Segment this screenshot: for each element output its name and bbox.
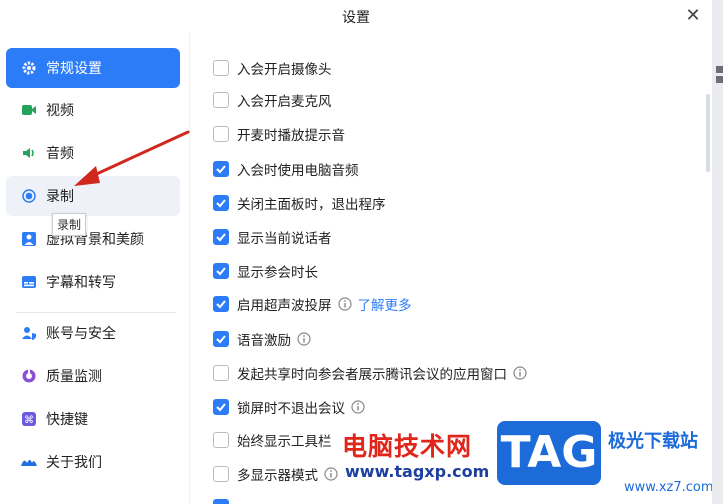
sidebar-item-label: 常规设置 <box>46 61 102 77</box>
sidebar-item-about[interactable]: 关于我们 <box>6 442 180 482</box>
checkbox-checked[interactable] <box>213 296 229 312</box>
sidebar-item-virtual-background[interactable]: 虚拟背景和美颜 <box>6 219 180 259</box>
option-show-app-window-on-share: 发起共享时向参会者展示腾讯会议的应用窗口 <box>213 362 527 384</box>
watermark-url: www.tagxp.com <box>345 462 490 481</box>
option-label: 启用超声波投屏 <box>237 298 332 314</box>
title-bar: 设置 ✕ <box>0 0 712 32</box>
sidebar-item-label: 关于我们 <box>46 455 102 471</box>
recording-tooltip: 录制 <box>52 213 87 236</box>
sidebar-item-video[interactable]: 视频 <box>6 90 180 130</box>
option-label: 关闭主面板时，退出程序 <box>237 197 386 213</box>
checkbox[interactable] <box>213 60 229 76</box>
svg-text:⌘: ⌘ <box>24 415 34 426</box>
checkbox[interactable] <box>213 126 229 142</box>
checkbox-checked[interactable] <box>213 331 229 347</box>
speaker-icon <box>20 144 38 162</box>
gear-icon <box>20 59 38 77</box>
portrait-icon <box>20 230 38 248</box>
option-label: 入会时使用电脑音频 <box>237 163 359 179</box>
option-label: 显示参会时长 <box>237 265 318 281</box>
sidebar: 常规设置 视频 音频 录制 虚拟背景和美颜 字幕和转写 账号与安全 质量监测 ⌘… <box>0 32 190 504</box>
sidebar-item-label: 字幕和转写 <box>46 275 116 291</box>
checkbox-checked[interactable] <box>213 263 229 279</box>
option-show-duration: 显示参会时长 <box>213 260 318 282</box>
sidebar-item-subtitles[interactable]: 字幕和转写 <box>6 262 180 302</box>
sidebar-item-label: 视频 <box>46 103 74 119</box>
sidebar-item-label: 快捷键 <box>46 412 88 428</box>
option-label: 锁屏时不退出会议 <box>237 401 345 417</box>
annotation-arrow-icon <box>74 130 190 186</box>
watermark-text: 电脑技术网 <box>342 432 473 461</box>
checkbox-checked[interactable] <box>213 399 229 415</box>
checkbox[interactable] <box>213 432 229 448</box>
checkbox-checked[interactable] <box>213 161 229 177</box>
option-computer-audio: 入会时使用电脑音频 <box>213 158 359 180</box>
checkbox-checked[interactable] <box>213 195 229 211</box>
watermark-site-url: www.xz7.com <box>624 480 712 495</box>
edge-mark <box>716 66 723 73</box>
info-icon[interactable] <box>351 400 365 414</box>
option-label: 语音激励 <box>237 333 291 349</box>
watermark-tag-logo: TAG <box>497 421 601 485</box>
sidebar-item-account-security[interactable]: 账号与安全 <box>6 313 180 353</box>
option-label: 发起共享时向参会者展示腾讯会议的应用窗口 <box>237 367 507 383</box>
sidebar-item-label: 质量监测 <box>46 369 102 385</box>
option-label: 入会开启麦克风 <box>237 94 332 110</box>
sidebar-item-general[interactable]: 常规设置 <box>6 48 180 88</box>
option-label: 多显示器模式 <box>237 468 318 484</box>
keyboard-shortcut-icon: ⌘ <box>20 410 38 428</box>
option-partial-checkbox <box>213 496 237 504</box>
watermark-site-name: 极光下载站 <box>608 431 698 452</box>
quality-monitor-icon <box>20 367 38 385</box>
option-exit-on-close: 关闭主面板时，退出程序 <box>213 192 386 214</box>
settings-window: 设置 ✕ 常规设置 视频 音频 录制 虚拟背景和美颜 字幕和转写 账号与安全 质… <box>0 0 712 504</box>
close-icon[interactable]: ✕ <box>682 5 704 27</box>
option-multi-monitor: 多显示器模式 <box>213 463 338 485</box>
option-label: 始终显示工具栏 <box>237 434 332 450</box>
info-icon[interactable] <box>324 467 338 481</box>
option-label: 开麦时播放提示音 <box>237 128 345 144</box>
sidebar-item-quality-monitor[interactable]: 质量监测 <box>6 356 180 396</box>
option-ultrasonic-cast: 启用超声波投屏 了解更多 <box>213 293 412 315</box>
option-stay-on-lock: 锁屏时不退出会议 <box>213 396 365 418</box>
option-unmute-sound: 开麦时播放提示音 <box>213 123 345 145</box>
option-show-speaker: 显示当前说话者 <box>213 226 332 248</box>
background-window-edge <box>712 0 723 504</box>
learn-more-link[interactable]: 了解更多 <box>358 294 412 314</box>
scrollbar[interactable] <box>706 94 710 172</box>
checkbox-checked[interactable] <box>213 499 229 504</box>
about-icon <box>20 453 38 471</box>
checkbox[interactable] <box>213 466 229 482</box>
edge-mark <box>716 76 723 83</box>
sidebar-item-label: 账号与安全 <box>46 326 116 342</box>
option-camera-on-join: 入会开启摄像头 <box>213 57 332 79</box>
info-icon[interactable] <box>337 297 352 311</box>
info-icon[interactable] <box>297 332 311 346</box>
window-title: 设置 <box>342 10 370 26</box>
option-always-show-toolbar: 始终显示工具栏 <box>213 429 332 451</box>
video-camera-icon <box>20 101 38 119</box>
option-label: 显示当前说话者 <box>237 231 332 247</box>
option-mic-on-join: 入会开启麦克风 <box>213 89 332 111</box>
sidebar-item-shortcuts[interactable]: ⌘ 快捷键 <box>6 399 180 439</box>
option-label: 入会开启摄像头 <box>237 62 332 78</box>
checkbox[interactable] <box>213 365 229 381</box>
checkbox[interactable] <box>213 92 229 108</box>
info-icon[interactable] <box>513 366 527 380</box>
record-icon <box>20 187 38 205</box>
checkbox-checked[interactable] <box>213 229 229 245</box>
account-security-icon <box>20 324 38 342</box>
option-voice-activation: 语音激励 <box>213 328 311 350</box>
subtitle-icon <box>20 273 38 291</box>
